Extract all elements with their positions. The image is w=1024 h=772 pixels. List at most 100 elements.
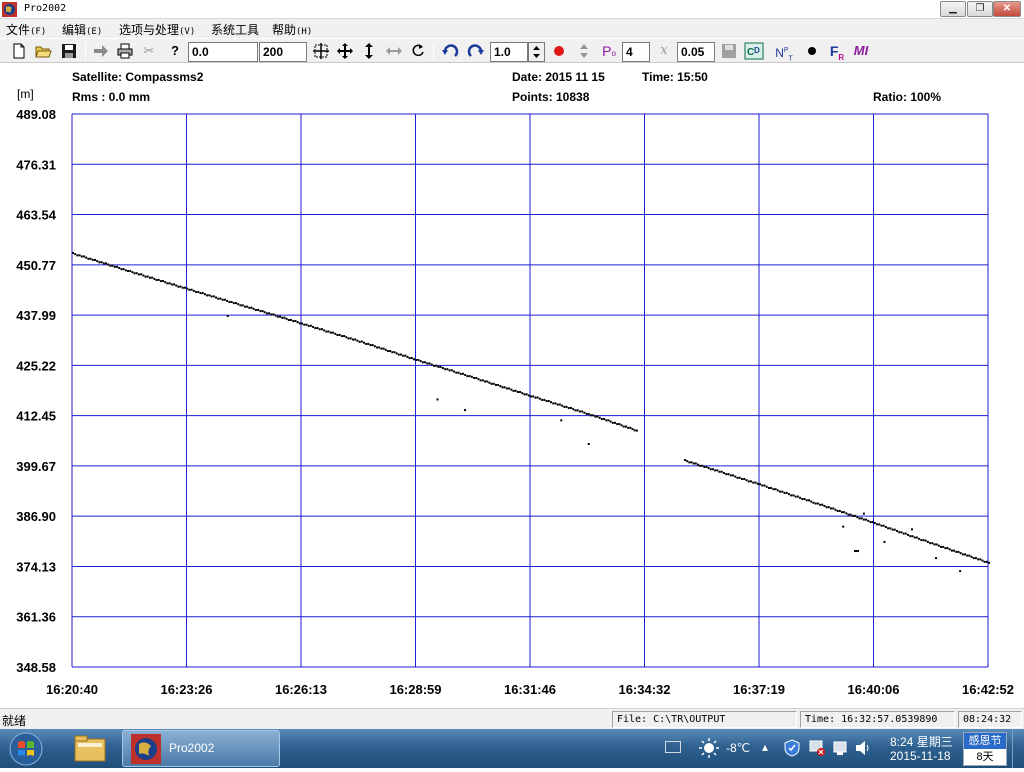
data-point xyxy=(690,461,693,464)
scatter-plot[interactable]: 489.08 476.31 463.54 450.77 437.99 425.22 412.… xyxy=(0,63,1024,708)
svg-text:D: D xyxy=(754,46,760,55)
npt-icon[interactable]: NPT xyxy=(775,42,793,62)
end-value-input[interactable]: 200 xyxy=(259,42,307,62)
menu-edit[interactable]: 编辑(E) xyxy=(62,21,102,38)
x-icon[interactable]: x xyxy=(655,42,673,60)
data-point xyxy=(594,415,597,418)
data-point xyxy=(858,517,861,520)
open-folder-icon[interactable] xyxy=(34,42,52,60)
data-point xyxy=(217,297,220,300)
x-tick-label: 16:20:40 xyxy=(46,682,98,697)
fit-all-icon[interactable] xyxy=(312,42,330,60)
horizontal-resize-icon[interactable] xyxy=(385,42,403,60)
explorer-taskbar-button[interactable] xyxy=(66,730,114,767)
red-dot-icon[interactable] xyxy=(550,42,568,60)
minimize-button[interactable]: ▁ xyxy=(940,1,966,17)
x-tick-label: 16:26:13 xyxy=(275,682,327,697)
data-point xyxy=(212,295,215,298)
fr-icon[interactable]: FR xyxy=(828,42,846,62)
clock-date[interactable]: 2015-11-18 xyxy=(890,749,951,763)
data-point xyxy=(270,313,273,316)
close-button[interactable]: ✕ xyxy=(993,1,1021,17)
help-question-icon[interactable]: ? xyxy=(166,42,184,60)
chd-icon[interactable]: CD xyxy=(744,42,764,60)
data-point xyxy=(770,486,773,489)
save-disabled-icon[interactable] xyxy=(720,42,738,60)
data-point xyxy=(974,557,977,560)
clock-time[interactable]: 8:24 星期三 xyxy=(890,733,953,750)
vertical-arrows-icon[interactable] xyxy=(575,42,593,60)
status-clock: 08:24:32 xyxy=(958,711,1022,728)
menu-system-tools[interactable]: 系统工具 xyxy=(211,21,259,38)
data-point xyxy=(503,386,506,389)
volume-icon[interactable] xyxy=(854,739,872,757)
vertical-resize-icon[interactable] xyxy=(360,42,378,60)
data-point xyxy=(312,325,315,328)
data-point xyxy=(525,393,528,396)
pro2002-taskbar-button[interactable]: Pro2002 xyxy=(122,730,280,767)
data-point xyxy=(206,294,209,297)
data-point xyxy=(519,390,522,393)
data-point xyxy=(94,258,97,261)
maximize-button[interactable]: ❐ xyxy=(967,1,993,17)
data-point xyxy=(871,521,874,524)
outlier-point xyxy=(842,525,845,528)
scissors-icon[interactable]: ✂ xyxy=(140,42,158,60)
data-point xyxy=(937,544,940,547)
device-icon[interactable] xyxy=(832,739,848,757)
data-point xyxy=(98,261,101,264)
scale-spinner[interactable] xyxy=(528,42,545,62)
menu-help[interactable]: 帮助(H) xyxy=(272,21,312,38)
new-file-icon[interactable] xyxy=(10,42,28,60)
keyboard-icon[interactable] xyxy=(665,741,681,753)
data-point xyxy=(301,322,303,325)
weather-sun-icon[interactable] xyxy=(698,737,720,759)
data-point xyxy=(151,276,154,279)
data-point xyxy=(684,458,687,461)
mi-icon[interactable]: MI xyxy=(852,42,870,60)
data-point xyxy=(318,328,321,331)
x-value-input[interactable]: 0.05 xyxy=(677,42,715,62)
show-desktop-button[interactable] xyxy=(1012,729,1024,768)
undo-icon[interactable] xyxy=(441,42,459,60)
p-value-input[interactable]: 4 xyxy=(622,42,650,62)
data-point xyxy=(942,545,945,548)
rotate-icon[interactable] xyxy=(409,42,427,60)
data-point xyxy=(162,280,165,283)
print-icon[interactable] xyxy=(116,42,134,60)
data-point xyxy=(457,371,460,374)
network-error-icon[interactable] xyxy=(808,739,826,757)
taskbar: Pro2002 -8℃ ▴ 8:24 星期三 2015-11-18 感恩节 8天 xyxy=(0,729,1024,768)
data-point xyxy=(444,368,447,371)
data-point xyxy=(803,498,806,501)
data-point xyxy=(523,393,526,396)
menu-options[interactable]: 选项与处理(V) xyxy=(119,21,195,38)
scale-input[interactable]: 1.0 xyxy=(490,42,528,62)
data-point xyxy=(72,251,74,254)
calendar-widget[interactable]: 感恩节 8天 xyxy=(963,732,1007,766)
move-icon[interactable] xyxy=(336,42,354,60)
tray-expand-icon[interactable]: ▴ xyxy=(762,740,768,754)
data-point xyxy=(961,553,964,556)
temperature-label: -8℃ xyxy=(726,741,751,755)
arrow-right-icon[interactable] xyxy=(92,42,110,60)
data-point xyxy=(450,369,453,372)
start-button[interactable] xyxy=(4,731,48,767)
data-point xyxy=(459,372,462,375)
data-point xyxy=(384,348,387,351)
data-point xyxy=(382,347,385,350)
data-point xyxy=(781,490,784,493)
data-point xyxy=(479,379,482,382)
save-icon[interactable] xyxy=(60,42,78,60)
redo-icon[interactable] xyxy=(467,42,485,60)
black-dot-icon[interactable] xyxy=(803,42,821,60)
data-point xyxy=(794,495,797,498)
data-point xyxy=(343,335,346,338)
data-point xyxy=(91,258,94,261)
menu-file[interactable]: 文件(F) xyxy=(6,21,46,38)
x-tick-label: 16:28:59 xyxy=(389,682,441,697)
p-zero-icon[interactable]: Po xyxy=(600,42,618,60)
start-value-input[interactable]: 0.0 xyxy=(188,42,258,62)
data-point xyxy=(481,379,484,382)
shield-icon[interactable] xyxy=(784,739,800,757)
